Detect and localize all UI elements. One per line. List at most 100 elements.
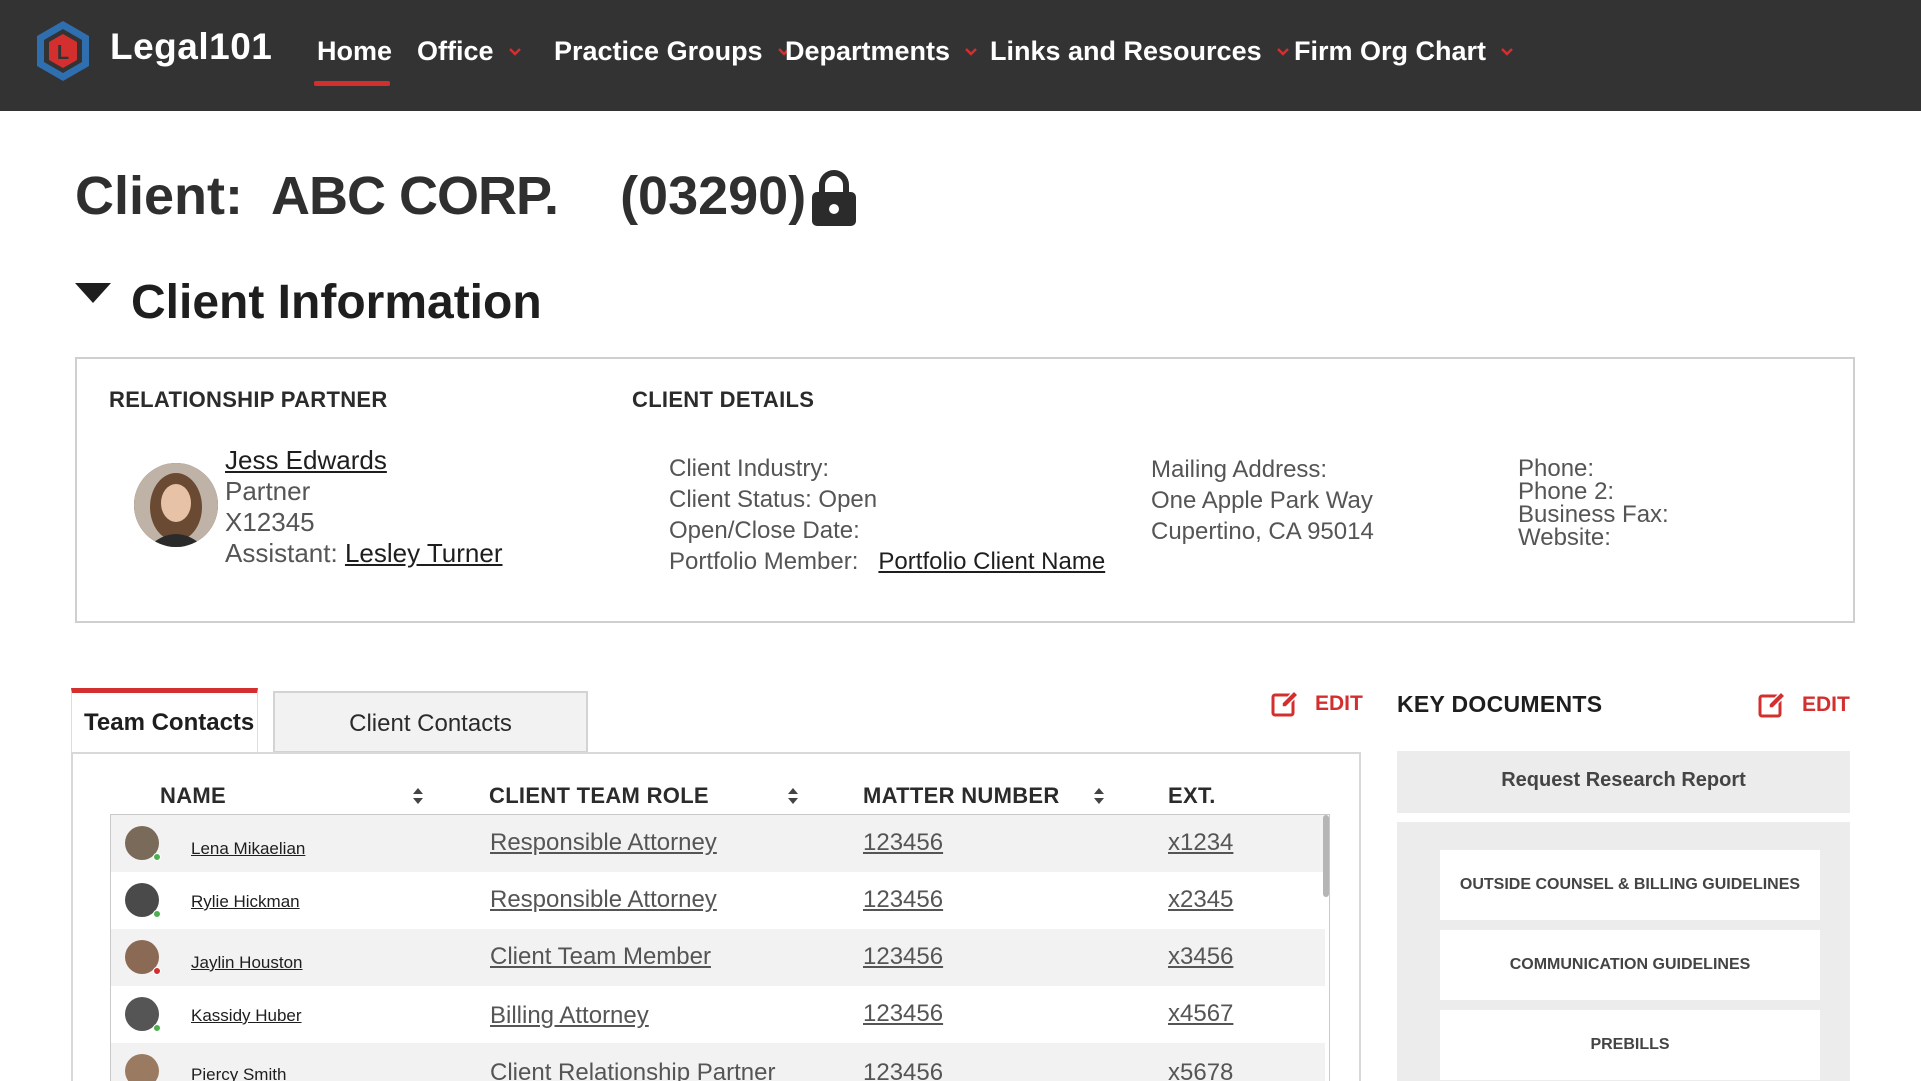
- key-docs-edit-button[interactable]: EDIT: [1758, 691, 1850, 719]
- client-details-heading: CLIENT DETAILS: [632, 387, 815, 412]
- role-cell[interactable]: Responsible Attorney: [490, 829, 717, 857]
- team-contacts-table: Lena Mikaelian Responsible Attorney 1234…: [110, 814, 1330, 1081]
- request-research-report-button[interactable]: Request Research Report: [1397, 751, 1850, 813]
- nav-office-label: Office: [417, 36, 494, 66]
- contact-name-link[interactable]: Rylie Hickman: [191, 892, 300, 912]
- client-status: Client Status: Open: [669, 486, 878, 513]
- ext-cell[interactable]: x2345: [1168, 886, 1233, 914]
- table-row[interactable]: Jaylin Houston Client Team Member 123456…: [111, 929, 1325, 986]
- nav-firm-org-chart-label: Firm Org Chart: [1294, 36, 1487, 66]
- role-cell[interactable]: Client Team Member: [490, 943, 711, 971]
- table-row[interactable]: Kassidy Huber Billing Attorney 123456 x4…: [111, 986, 1325, 1043]
- phone-label: Phone:: [1518, 455, 1595, 482]
- doc-communication-guidelines[interactable]: COMMUNICATION GUIDELINES: [1440, 930, 1820, 1000]
- address-line2: Cupertino, CA 95014: [1151, 518, 1374, 545]
- nav-links-resources[interactable]: Links and Resources: [990, 36, 1290, 67]
- section-title: Client Information: [131, 276, 542, 329]
- partner-name-link[interactable]: Jess Edwards: [225, 445, 387, 475]
- chevron-down-icon: [1501, 47, 1513, 56]
- nav-departments-label: Departments: [785, 36, 951, 66]
- brand-name[interactable]: Legal101: [110, 26, 272, 68]
- table-row[interactable]: Rylie Hickman Responsible Attorney 12345…: [111, 872, 1325, 929]
- nav-home[interactable]: Home: [317, 36, 392, 67]
- tab-team-contacts[interactable]: Team Contacts: [71, 688, 258, 753]
- contact-name-link[interactable]: Jaylin Houston: [191, 953, 303, 973]
- col-header-name[interactable]: NAME: [160, 783, 226, 809]
- collapse-triangle-icon: [75, 282, 111, 303]
- role-cell[interactable]: Client Relationship Partner: [490, 1059, 775, 1081]
- nav-firm-org-chart[interactable]: Firm Org Chart: [1294, 36, 1514, 67]
- portfolio-label: Portfolio Member:: [669, 548, 859, 575]
- ext-cell[interactable]: x4567: [1168, 1000, 1233, 1028]
- address-line1: One Apple Park Way: [1151, 487, 1373, 514]
- table-row[interactable]: Piercy Smith Client Relationship Partner…: [111, 1043, 1325, 1081]
- contact-name-link[interactable]: Piercy Smith: [191, 1065, 286, 1081]
- online-status-icon: [153, 853, 161, 861]
- table-row[interactable]: Lena Mikaelian Responsible Attorney 1234…: [111, 815, 1325, 872]
- mailing-label: Mailing Address:: [1151, 456, 1328, 483]
- matter-cell[interactable]: 123456: [863, 1000, 943, 1028]
- open-close-date: Open/Close Date:: [669, 517, 860, 544]
- online-status-icon: [153, 910, 161, 918]
- team-edit-label: EDIT: [1315, 692, 1363, 715]
- client-details-col1: Client Industry: Client Status: Open Ope…: [669, 453, 1105, 577]
- contact-name-link[interactable]: Lena Mikaelian: [191, 839, 305, 859]
- matter-cell[interactable]: 123456: [863, 829, 943, 857]
- nav-office[interactable]: Office: [417, 36, 522, 67]
- active-nav-indicator: [314, 81, 390, 86]
- relationship-partner-heading: RELATIONSHIP PARTNER: [109, 387, 388, 412]
- doc-outside-counsel[interactable]: OUTSIDE COUNSEL & BILLING GUIDELINES: [1440, 850, 1820, 920]
- partner-avatar: [134, 463, 218, 547]
- fax-label: Business Fax:: [1518, 501, 1669, 528]
- nav-practice-groups-label: Practice Groups: [554, 36, 763, 66]
- client-name: ABC CORP.: [271, 166, 559, 226]
- chevron-down-icon: [965, 47, 977, 56]
- matter-cell[interactable]: 123456: [863, 886, 943, 914]
- assistant-label: Assistant:: [225, 538, 338, 568]
- avatar: [125, 1054, 159, 1081]
- top-nav: L Legal101 Home Office Practice Groups D…: [0, 0, 1921, 111]
- partner-title: Partner: [225, 476, 311, 506]
- role-cell[interactable]: Billing Attorney: [490, 1002, 649, 1030]
- legal101-logo-icon[interactable]: L: [33, 18, 93, 84]
- key-documents-list: OUTSIDE COUNSEL & BILLING GUIDELINES COM…: [1397, 822, 1850, 1081]
- col-header-matter[interactable]: MATTER NUMBER: [863, 783, 1060, 809]
- tab-client-contacts[interactable]: Client Contacts: [273, 691, 588, 753]
- edit-icon: [1271, 690, 1299, 717]
- ext-cell[interactable]: x5678: [1168, 1059, 1233, 1081]
- lock-icon: [812, 170, 856, 226]
- team-edit-button[interactable]: EDIT: [1271, 690, 1363, 718]
- key-documents-title: KEY DOCUMENTS: [1397, 691, 1603, 717]
- role-cell[interactable]: Responsible Attorney: [490, 886, 717, 914]
- phone2-label: Phone 2:: [1518, 478, 1615, 505]
- sort-icon[interactable]: [412, 786, 424, 806]
- mailing-address: Mailing Address: One Apple Park Way Cupe…: [1151, 454, 1374, 547]
- doc-prebills[interactable]: PREBILLS: [1440, 1010, 1820, 1080]
- chevron-down-icon: [508, 47, 521, 56]
- contact-name-link[interactable]: Kassidy Huber: [191, 1006, 302, 1026]
- portfolio-client-link[interactable]: Portfolio Client Name: [878, 548, 1105, 575]
- page-title: Client: ABC CORP. (03290): [75, 165, 806, 227]
- client-number: (03290): [620, 166, 807, 226]
- nav-links-resources-label: Links and Resources: [990, 36, 1262, 66]
- nav-departments[interactable]: Departments: [785, 36, 978, 67]
- table-scrollbar[interactable]: [1323, 815, 1329, 897]
- ext-cell[interactable]: x3456: [1168, 943, 1233, 971]
- svg-text:L: L: [57, 42, 69, 64]
- client-industry: Client Industry:: [669, 455, 830, 482]
- matter-cell[interactable]: 123456: [863, 943, 943, 971]
- partner-info: Jess Edwards Partner X12345 Assistant: L…: [225, 445, 502, 569]
- ext-cell[interactable]: x1234: [1168, 829, 1233, 857]
- matter-cell[interactable]: 123456: [863, 1059, 943, 1081]
- website-label: Website:: [1518, 524, 1611, 551]
- sort-icon[interactable]: [1093, 786, 1105, 806]
- chevron-down-icon: [1276, 47, 1289, 56]
- sort-icon[interactable]: [787, 786, 799, 806]
- client-info-panel: RELATIONSHIP PARTNER CLIENT DETAILS Jess…: [75, 357, 1855, 623]
- nav-home-label: Home: [317, 36, 393, 66]
- client-info-toggle[interactable]: Client Information: [75, 275, 542, 330]
- nav-practice-groups[interactable]: Practice Groups: [554, 36, 791, 67]
- assistant-name-link[interactable]: Lesley Turner: [345, 538, 503, 568]
- col-header-ext: EXT.: [1168, 783, 1216, 808]
- col-header-role[interactable]: CLIENT TEAM ROLE: [489, 783, 709, 809]
